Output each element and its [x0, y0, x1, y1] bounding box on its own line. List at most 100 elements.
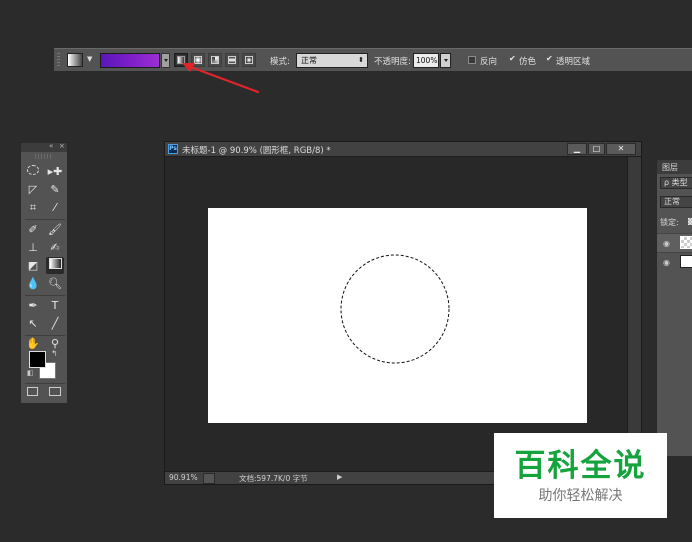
pen-icon: ✒: [28, 299, 38, 312]
type-tool[interactable]: T: [46, 297, 64, 314]
type-icon: T: [51, 299, 59, 312]
move-icon: ▸✚: [47, 165, 63, 178]
close-panel-icon[interactable]: ×: [59, 142, 65, 150]
maximize-button[interactable]: □: [588, 143, 605, 155]
layer-thumbnail: [680, 236, 692, 249]
eraser-tool[interactable]: ◩: [24, 257, 42, 274]
polygonal-lasso-icon: ◸: [28, 183, 38, 196]
crop-icon: ⌗: [29, 201, 37, 214]
gradient-picker-dropdown[interactable]: [161, 53, 170, 68]
foreground-color-swatch[interactable]: [29, 351, 46, 368]
watermark-subtitle: 助你轻松解决: [538, 488, 623, 504]
gradient-tool[interactable]: [46, 257, 64, 274]
status-menu-arrow-icon[interactable]: ▶: [337, 473, 342, 481]
clone-stamp-tool[interactable]: ⊥: [24, 239, 42, 256]
transparency-label: 透明区域: [556, 57, 591, 67]
brush-tool[interactable]: 🖌: [46, 221, 64, 238]
gradient-icon: [48, 258, 62, 269]
document-title-bar[interactable]: Ps 未标题-1 @ 90.9% (圆形框, RGB/8) * ▁ □ ✕: [165, 142, 641, 157]
line-icon: ╱: [51, 317, 59, 330]
line-tool[interactable]: ╱: [46, 315, 64, 332]
tools-separator: [25, 383, 65, 384]
lock-transparent-icon[interactable]: [688, 218, 692, 225]
dither-checkbox[interactable]: [508, 54, 516, 64]
swap-colors-icon[interactable]: ↰: [51, 349, 58, 358]
history-brush-icon: ✍: [50, 241, 60, 254]
opacity-label: 不透明度:: [374, 57, 411, 67]
layer-blend-mode-select[interactable]: 正常: [660, 196, 692, 208]
brush-icon: 🖌: [48, 223, 62, 236]
mode-label: 模式:: [270, 57, 290, 67]
collapse-icon[interactable]: «: [49, 142, 53, 150]
polygonal-lasso-tool[interactable]: ◸: [24, 181, 42, 198]
layer-thumbnail: [680, 255, 692, 268]
arrow-shaft: [186, 64, 260, 94]
quick-selection-icon: ✎: [50, 183, 60, 196]
gradient-editor-swatch[interactable]: [100, 53, 160, 68]
canvas[interactable]: [208, 208, 587, 423]
crop-tool[interactable]: ⌗: [24, 199, 42, 216]
watermark-title: 百科全说: [514, 448, 647, 484]
eraser-icon: ◩: [27, 259, 39, 272]
mode-value: 正常: [301, 56, 317, 65]
watermark: 百科全说 助你轻松解决: [494, 433, 667, 518]
layers-panel: 图层 ρ 类型 正常 锁定: ◉ ◉: [656, 160, 692, 456]
ellipse-marquee-icon: [27, 165, 39, 175]
hand-icon: ✋: [26, 337, 40, 350]
minimize-button[interactable]: ▁: [567, 143, 587, 155]
dither-label: 仿色: [519, 57, 537, 67]
transparency-checkbox[interactable]: [545, 54, 553, 64]
healing-brush-tool[interactable]: ✐: [24, 221, 42, 238]
default-colors-icon[interactable]: ◧: [27, 369, 34, 377]
tools-panel-header: « ×: [21, 142, 67, 152]
screen-mode-icon[interactable]: [49, 387, 61, 396]
photoshop-document-icon: Ps: [168, 144, 178, 154]
opacity-input[interactable]: 100%: [413, 53, 439, 68]
blur-tool[interactable]: 💧: [24, 275, 42, 292]
tools-separator: [25, 295, 65, 296]
quick-mask-icon[interactable]: [27, 387, 38, 396]
healing-brush-icon: ✐: [28, 223, 38, 236]
canvas-area[interactable]: [165, 157, 629, 472]
pen-tool[interactable]: ✒: [24, 297, 42, 314]
layer-row-background[interactable]: ◉: [657, 252, 692, 271]
dodge-icon: 🔍︎: [48, 277, 62, 290]
layers-tab-label: 图层: [662, 163, 678, 172]
mode-select[interactable]: 正常 ⬍: [296, 53, 368, 68]
eyedropper-tool[interactable]: ⁄: [46, 199, 64, 216]
tools-panel: « × ▸✚ ◸ ✎ ⌗ ⁄ ✐ 🖌 ⊥ ✍ ◩ 💧 🔍︎ ✒ T ↖ ╱ ✋ …: [20, 142, 68, 404]
eye-icon[interactable]: ◉: [663, 258, 670, 267]
zoom-level[interactable]: 90.91%: [169, 473, 198, 482]
tools-panel-grip[interactable]: [35, 154, 53, 159]
document-title: 未标题-1 @ 90.9% (圆形框, RGB/8) *: [182, 146, 331, 156]
options-bar-grip[interactable]: [57, 53, 60, 67]
document-size-info: 文档:597.7K/0 字节: [239, 474, 308, 483]
blur-icon: 💧: [26, 277, 40, 290]
hand-tool[interactable]: ✋: [24, 335, 42, 352]
clone-stamp-icon: ⊥: [28, 241, 38, 254]
path-selection-tool[interactable]: ↖: [24, 315, 42, 332]
circular-selection-marquee: [340, 254, 450, 364]
opacity-slider-dropdown[interactable]: [440, 53, 451, 68]
move-tool[interactable]: ▸✚: [46, 163, 64, 180]
tool-preset-picker[interactable]: [67, 53, 83, 67]
vertical-scrollbar[interactable]: [627, 157, 641, 472]
tool-preset-dropdown-icon[interactable]: ▼: [87, 55, 92, 63]
eyedropper-icon: ⁄: [54, 201, 56, 214]
layers-tab[interactable]: 图层: [657, 160, 692, 174]
path-selection-icon: ↖: [28, 317, 38, 330]
quick-selection-tool[interactable]: ✎: [46, 181, 64, 198]
history-brush-tool[interactable]: ✍: [46, 239, 64, 256]
red-annotation-arrow: [182, 63, 260, 94]
reverse-label: 反向: [480, 57, 498, 67]
reverse-checkbox[interactable]: [468, 56, 476, 64]
layer-filter-select[interactable]: ρ 类型: [660, 177, 692, 189]
ellipse-marquee-tool[interactable]: [24, 163, 42, 180]
status-options-icon[interactable]: [203, 473, 215, 484]
close-window-button[interactable]: ✕: [606, 143, 636, 155]
options-bar: ▼ 模式: 正常 ⬍ 不透明度: 100% 反向 仿色 透明区域: [54, 48, 692, 72]
dodge-tool[interactable]: 🔍︎: [46, 275, 64, 292]
eye-icon[interactable]: ◉: [663, 239, 670, 248]
layer-row-circle[interactable]: ◉: [657, 233, 692, 252]
mode-caret-icon: ⬍: [358, 56, 364, 64]
